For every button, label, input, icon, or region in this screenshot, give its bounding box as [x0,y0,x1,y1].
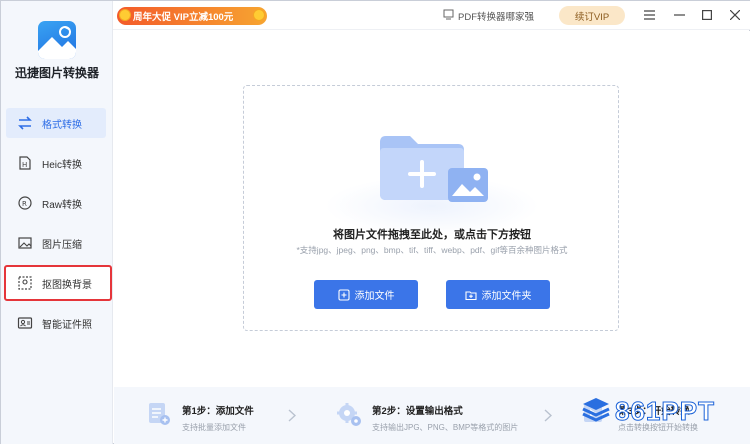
renew-vip-button[interactable]: 续订VIP [559,6,625,25]
title-bar: 周年大促 VIP立减100元 PDF转换器哪家强 续订VIP [113,1,750,30]
app-logo-icon [38,21,76,59]
sidebar-item-heic[interactable]: H Heic转换 [6,148,106,178]
sidebar: 迅捷图片转换器 格式转换 H Heic转换 R Raw转换 图片压缩 抠图换背景… [1,1,113,444]
drop-zone-subtitle: *支持jpg、jpeg、png、bmp、tif、tiff、webp、pdf、gi… [296,245,568,255]
file-drop-zone[interactable]: 将图片文件拖拽至此处，或点击下方按钮 *支持jpg、jpeg、png、bmp、t… [243,85,619,331]
maximize-icon[interactable] [699,7,715,23]
promo-text: 周年大促 VIP立减100元 [133,12,234,23]
sidebar-item-label: Heic转换 [42,159,83,171]
watermark: 861PPT [581,394,715,429]
layers-icon [581,394,611,429]
sidebar-item-label: 抠图换背景 [42,279,92,291]
sidebar-item-format-convert[interactable]: 格式转换 [6,108,106,138]
sidebar-item-cutout[interactable]: 抠图换背景 [4,265,112,301]
sidebar-item-label: 图片压缩 [42,239,82,251]
svg-text:R: R [22,200,27,208]
coin-icon [119,9,131,21]
raw-icon: R [17,195,33,211]
step-title: 第1步：添加文件 [182,406,254,417]
add-folder-button[interactable]: 添加文件夹 [446,280,550,309]
file-plus-icon [337,288,350,301]
app-window: 迅捷图片转换器 格式转换 H Heic转换 R Raw转换 图片压缩 抠图换背景… [0,0,750,444]
chevron-right-icon [288,409,297,425]
id-photo-icon [17,315,33,331]
step-1: 第1步：添加文件 支持批量添加文件 [146,401,254,433]
sidebar-item-raw[interactable]: R Raw转换 [6,188,106,218]
menu-icon[interactable] [641,7,657,23]
svg-text:H: H [22,161,27,169]
pdf-converter-link[interactable]: PDF转换器哪家强 [443,9,534,23]
main-panel: 将图片文件拖拽至此处，或点击下方按钮 *支持jpg、jpeg、png、bmp、t… [114,31,750,387]
app-name: 迅捷图片转换器 [14,66,99,80]
step-desc: 支持输出JPG、PNG、BMP等格式的图片 [372,423,519,432]
sidebar-item-label: Raw转换 [42,199,83,211]
add-file-button[interactable]: 添加文件 [314,280,418,309]
sidebar-item-compress[interactable]: 图片压缩 [6,228,106,258]
pdf-link-label: PDF转换器哪家强 [458,12,535,23]
swap-arrows-icon [17,115,33,131]
add-file-label: 添加文件 [354,291,395,302]
cutout-icon [17,275,33,291]
folder-add-icon [378,134,490,212]
coin-icon [253,9,265,21]
monitor-icon [443,9,454,23]
folder-plus-icon [464,289,477,301]
add-file-step-icon [146,401,172,427]
chevron-right-icon [544,409,553,425]
minimize-icon[interactable] [671,7,687,23]
add-folder-label: 添加文件夹 [481,291,532,302]
sidebar-item-label: 智能证件照 [42,319,92,331]
image-compress-icon [17,235,33,251]
heic-icon: H [17,155,33,171]
settings-step-icon [336,401,362,427]
close-icon[interactable] [727,7,743,23]
sidebar-item-label: 格式转换 [42,119,82,131]
drop-zone-title: 将图片文件拖拽至此处，或点击下方按钮 [333,229,531,241]
step-desc: 支持批量添加文件 [182,423,246,432]
promo-banner[interactable]: 周年大促 VIP立减100元 [117,7,267,25]
step-title: 第2步：设置输出格式 [372,406,463,417]
sidebar-item-id-photo[interactable]: 智能证件照 [6,308,106,338]
watermark-text: 861PPT [615,396,715,427]
step-2: 第2步：设置输出格式 支持输出JPG、PNG、BMP等格式的图片 [336,401,518,433]
